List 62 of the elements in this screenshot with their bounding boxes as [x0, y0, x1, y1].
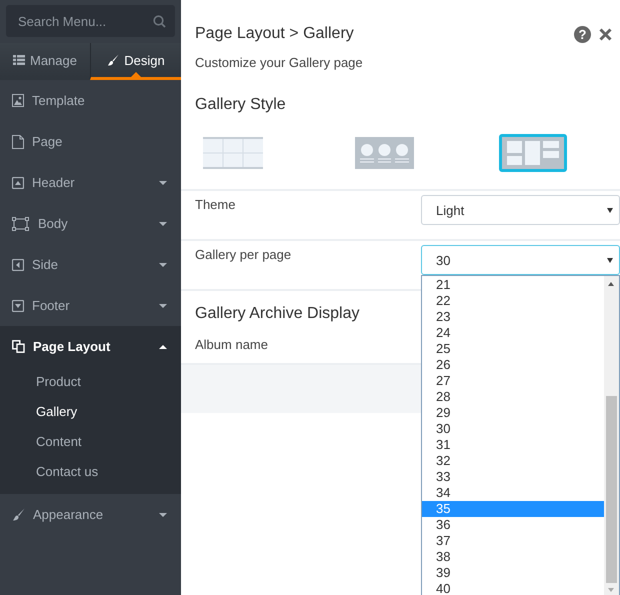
dropdown-option[interactable]: 34	[422, 485, 604, 501]
gallery-style-option[interactable]	[499, 134, 567, 172]
submenu-item[interactable]: Gallery	[0, 397, 181, 427]
dropdown-arrow-icon	[607, 258, 613, 262]
selection-frame-icon	[12, 216, 30, 230]
menu-item[interactable]: Body	[0, 203, 181, 244]
side-panel-icon	[12, 258, 24, 270]
dropdown-option[interactable]: 36	[422, 517, 604, 533]
select-field[interactable]: 30	[421, 245, 620, 275]
dropdown-option[interactable]: 37	[422, 533, 604, 549]
submenu-item[interactable]: Content	[0, 427, 181, 457]
dropdown-option[interactable]: 40	[422, 581, 604, 595]
dropdown-option[interactable]: 23	[422, 309, 604, 325]
copy-icon	[12, 340, 25, 353]
dropdown-option[interactable]: 31	[422, 437, 604, 453]
submenu-item[interactable]: Contact us	[0, 457, 181, 487]
footer-icon	[12, 300, 24, 312]
menu-item[interactable]: Template	[0, 80, 181, 121]
mosaic-tiles-icon	[502, 137, 564, 169]
dropdown-option[interactable]: 33	[422, 469, 604, 485]
brush-icon	[107, 54, 120, 66]
gallery-style-option[interactable]	[352, 134, 417, 172]
menu-item[interactable]: Header	[0, 162, 181, 203]
menu-item[interactable]: Page	[0, 121, 181, 162]
submenu-item[interactable]: Product	[0, 367, 181, 397]
field-label: Theme	[194, 196, 236, 214]
list-icon	[13, 55, 25, 65]
dropdown-option[interactable]: 30	[422, 421, 604, 437]
menu-item[interactable]: Appearance	[0, 494, 181, 535]
dropdown-option[interactable]: 38	[422, 549, 604, 565]
image-icon	[12, 94, 24, 107]
dropdown-option[interactable]: 39	[422, 565, 604, 581]
menu-item[interactable]: Page Layout	[0, 326, 181, 367]
section-title: Gallery Style	[195, 95, 286, 115]
brush-icon	[12, 508, 25, 521]
sidebar-tab[interactable]: Manage	[0, 43, 90, 80]
help-button[interactable]: ?	[574, 26, 591, 42]
select-field[interactable]: Light	[421, 195, 620, 225]
dropdown-option[interactable]: 28	[422, 389, 604, 405]
gallery-style-option[interactable]	[200, 134, 266, 172]
close-icon[interactable]	[599, 28, 612, 40]
circle-cards-icon	[355, 137, 414, 169]
dropdown-option[interactable]: 32	[422, 453, 604, 469]
scrollbar[interactable]	[604, 276, 619, 595]
search-icon	[153, 15, 166, 28]
search-field[interactable]: Search Menu...	[6, 5, 175, 37]
dropdown-arrow-icon	[607, 208, 613, 212]
dropdown-option[interactable]: 25	[422, 341, 604, 357]
dropdown-option[interactable]: 27	[422, 373, 604, 389]
dropdown-option[interactable]: 21	[422, 277, 604, 293]
menu-item[interactable]: Footer	[0, 285, 181, 326]
section-title: Gallery Archive Display	[195, 304, 360, 324]
dropdown-option[interactable]: 24	[422, 325, 604, 341]
menu-item[interactable]: Side	[0, 244, 181, 285]
dropdown-option[interactable]: 29	[422, 405, 604, 421]
document-icon	[12, 134, 24, 148]
field-label: Gallery per page	[194, 246, 292, 264]
header-icon	[12, 176, 24, 188]
dropdown-option[interactable]: 22	[422, 293, 604, 309]
table-grid-icon	[203, 137, 263, 169]
panel-title: Page Layout > Gallery	[195, 24, 355, 44]
panel-subtitle: Customize your Gallery page	[194, 54, 364, 71]
